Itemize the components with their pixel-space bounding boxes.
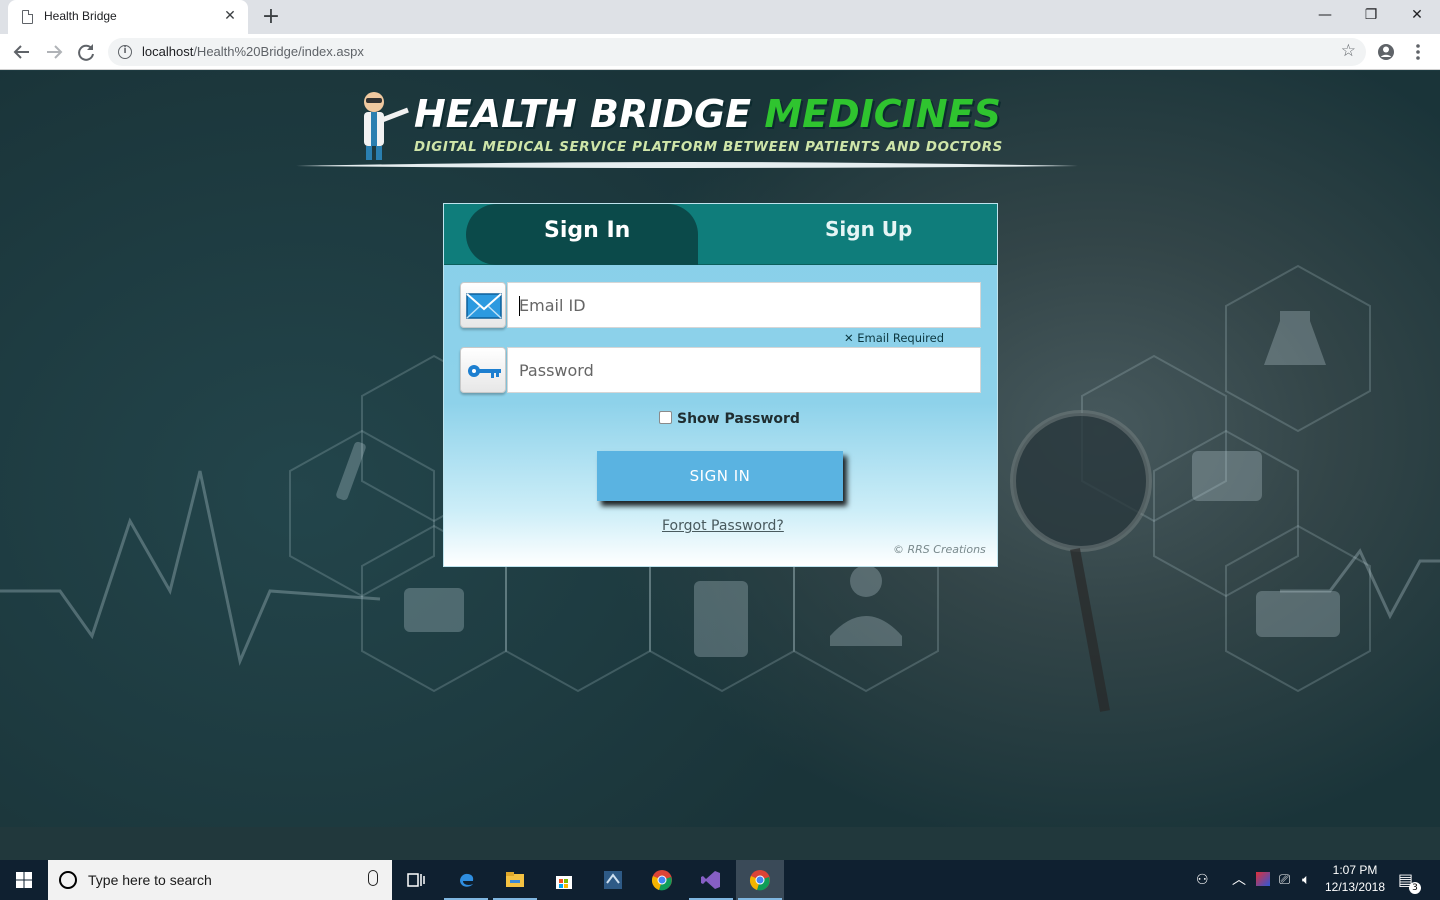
envelope-icon bbox=[466, 293, 502, 319]
folder-icon bbox=[506, 872, 524, 887]
tab-signin-label: Sign In bbox=[544, 218, 631, 243]
email-required-error: ✕ Email Required bbox=[844, 331, 945, 345]
microphone-icon[interactable] bbox=[368, 870, 378, 886]
chrome-icon bbox=[651, 870, 672, 891]
windows-logo-icon bbox=[16, 872, 32, 888]
start-button[interactable] bbox=[0, 860, 48, 900]
bookmark-star-icon[interactable]: ☆ bbox=[1341, 41, 1356, 61]
logo-title: HEALTH BRIDGE MEDICINES bbox=[414, 92, 1001, 136]
edge-icon bbox=[460, 873, 474, 887]
email-field[interactable]: Email ID bbox=[507, 282, 981, 328]
system-clock[interactable]: 1:07 PM 12/13/2018 bbox=[1316, 862, 1394, 896]
password-placeholder: Password bbox=[519, 361, 594, 380]
taskbar-edge[interactable] bbox=[442, 860, 490, 900]
taskbar-search-box[interactable]: Type here to search bbox=[48, 860, 392, 900]
browser-toolbar: i localhost/Health%20Bridge/index.aspx ☆ bbox=[0, 34, 1440, 70]
taskbar-chrome[interactable] bbox=[638, 860, 686, 900]
taskbar-store[interactable] bbox=[540, 860, 588, 900]
store-icon bbox=[556, 876, 572, 889]
task-view-button[interactable] bbox=[392, 860, 440, 900]
clock-time: 1:07 PM bbox=[1332, 863, 1378, 877]
show-hidden-icons-chevron-icon[interactable]: ︿ bbox=[1232, 872, 1246, 888]
new-tab-button[interactable]: + bbox=[258, 4, 284, 30]
cortana-icon bbox=[59, 871, 77, 889]
profile-icon[interactable] bbox=[1372, 38, 1400, 66]
page-footer-band bbox=[0, 827, 1440, 860]
browser-tab[interactable]: Health Bridge ✕ bbox=[8, 0, 248, 34]
email-icon-box bbox=[460, 282, 506, 328]
minimize-button[interactable]: — bbox=[1302, 0, 1348, 30]
app-tray-icon[interactable] bbox=[1256, 872, 1270, 886]
menu-kebab-icon[interactable] bbox=[1404, 38, 1432, 66]
windows-taskbar: Type here to search ⚇ ︿ ⎚ 🔈︎ 1:07 PM 12/… bbox=[0, 860, 1440, 900]
password-field[interactable]: Password bbox=[507, 347, 981, 393]
browser-tab-strip: Health Bridge ✕ + — ❐ ✕ bbox=[0, 0, 1440, 34]
window-close-button[interactable]: ✕ bbox=[1394, 0, 1440, 30]
clock-date: 12/13/2018 bbox=[1324, 880, 1386, 894]
info-icon[interactable]: i bbox=[118, 45, 132, 59]
address-bar[interactable]: i localhost/Health%20Bridge/index.aspx ☆ bbox=[108, 38, 1366, 66]
document-icon bbox=[22, 10, 33, 24]
visual-studio-icon bbox=[701, 871, 720, 889]
copyright-text: © RRS Creations bbox=[893, 543, 986, 556]
password-icon-box bbox=[460, 347, 506, 393]
text-caret bbox=[519, 296, 520, 316]
volume-icon[interactable]: 🔈︎ bbox=[1302, 872, 1310, 888]
show-password-option[interactable]: Show Password bbox=[659, 411, 800, 427]
url-text: localhost/Health%20Bridge/index.aspx bbox=[142, 44, 364, 59]
forward-arrow-icon[interactable] bbox=[40, 38, 68, 66]
logo-swoosh-line bbox=[296, 162, 1078, 168]
task-view-icon bbox=[407, 873, 425, 887]
doctor-mascot-icon bbox=[364, 92, 409, 160]
people-icon[interactable]: ⚇ bbox=[1196, 872, 1209, 888]
network-icon[interactable]: ⎚ bbox=[1279, 872, 1290, 888]
back-arrow-icon[interactable] bbox=[8, 38, 36, 66]
tab-signup[interactable]: Sign Up bbox=[825, 217, 912, 241]
forgot-password-link[interactable]: Forgot Password? bbox=[662, 518, 784, 534]
taskbar-visual-studio[interactable] bbox=[687, 860, 735, 900]
notification-badge: 3 bbox=[1409, 882, 1421, 894]
email-placeholder: Email ID bbox=[519, 296, 586, 315]
taskbar-sql-server[interactable] bbox=[589, 860, 637, 900]
login-card: Sign In Sign Up Email ID ✕ Email Require… bbox=[443, 203, 998, 567]
tab-signin[interactable]: Sign In bbox=[466, 204, 698, 265]
show-password-label: Show Password bbox=[677, 411, 800, 427]
taskbar-chrome-active[interactable] bbox=[736, 860, 784, 900]
tab-close-icon[interactable]: ✕ bbox=[220, 6, 240, 26]
sign-in-button[interactable]: SIGN IN bbox=[597, 451, 843, 501]
key-icon bbox=[468, 365, 501, 378]
sql-server-icon bbox=[604, 871, 622, 889]
taskbar-file-explorer[interactable] bbox=[491, 860, 539, 900]
tab-title: Health Bridge bbox=[44, 9, 117, 23]
search-placeholder: Type here to search bbox=[88, 872, 212, 888]
health-bridge-logo: HEALTH BRIDGE MEDICINES DIGITAL MEDICAL … bbox=[296, 88, 1078, 178]
logo-subtitle: DIGITAL MEDICAL SERVICE PLATFORM BETWEEN… bbox=[414, 140, 1003, 155]
reload-icon[interactable] bbox=[72, 38, 100, 66]
maximize-button[interactable]: ❐ bbox=[1348, 0, 1394, 30]
chrome-icon bbox=[749, 870, 770, 891]
show-password-checkbox[interactable] bbox=[659, 411, 672, 424]
auth-tabs: Sign In Sign Up bbox=[444, 204, 997, 265]
